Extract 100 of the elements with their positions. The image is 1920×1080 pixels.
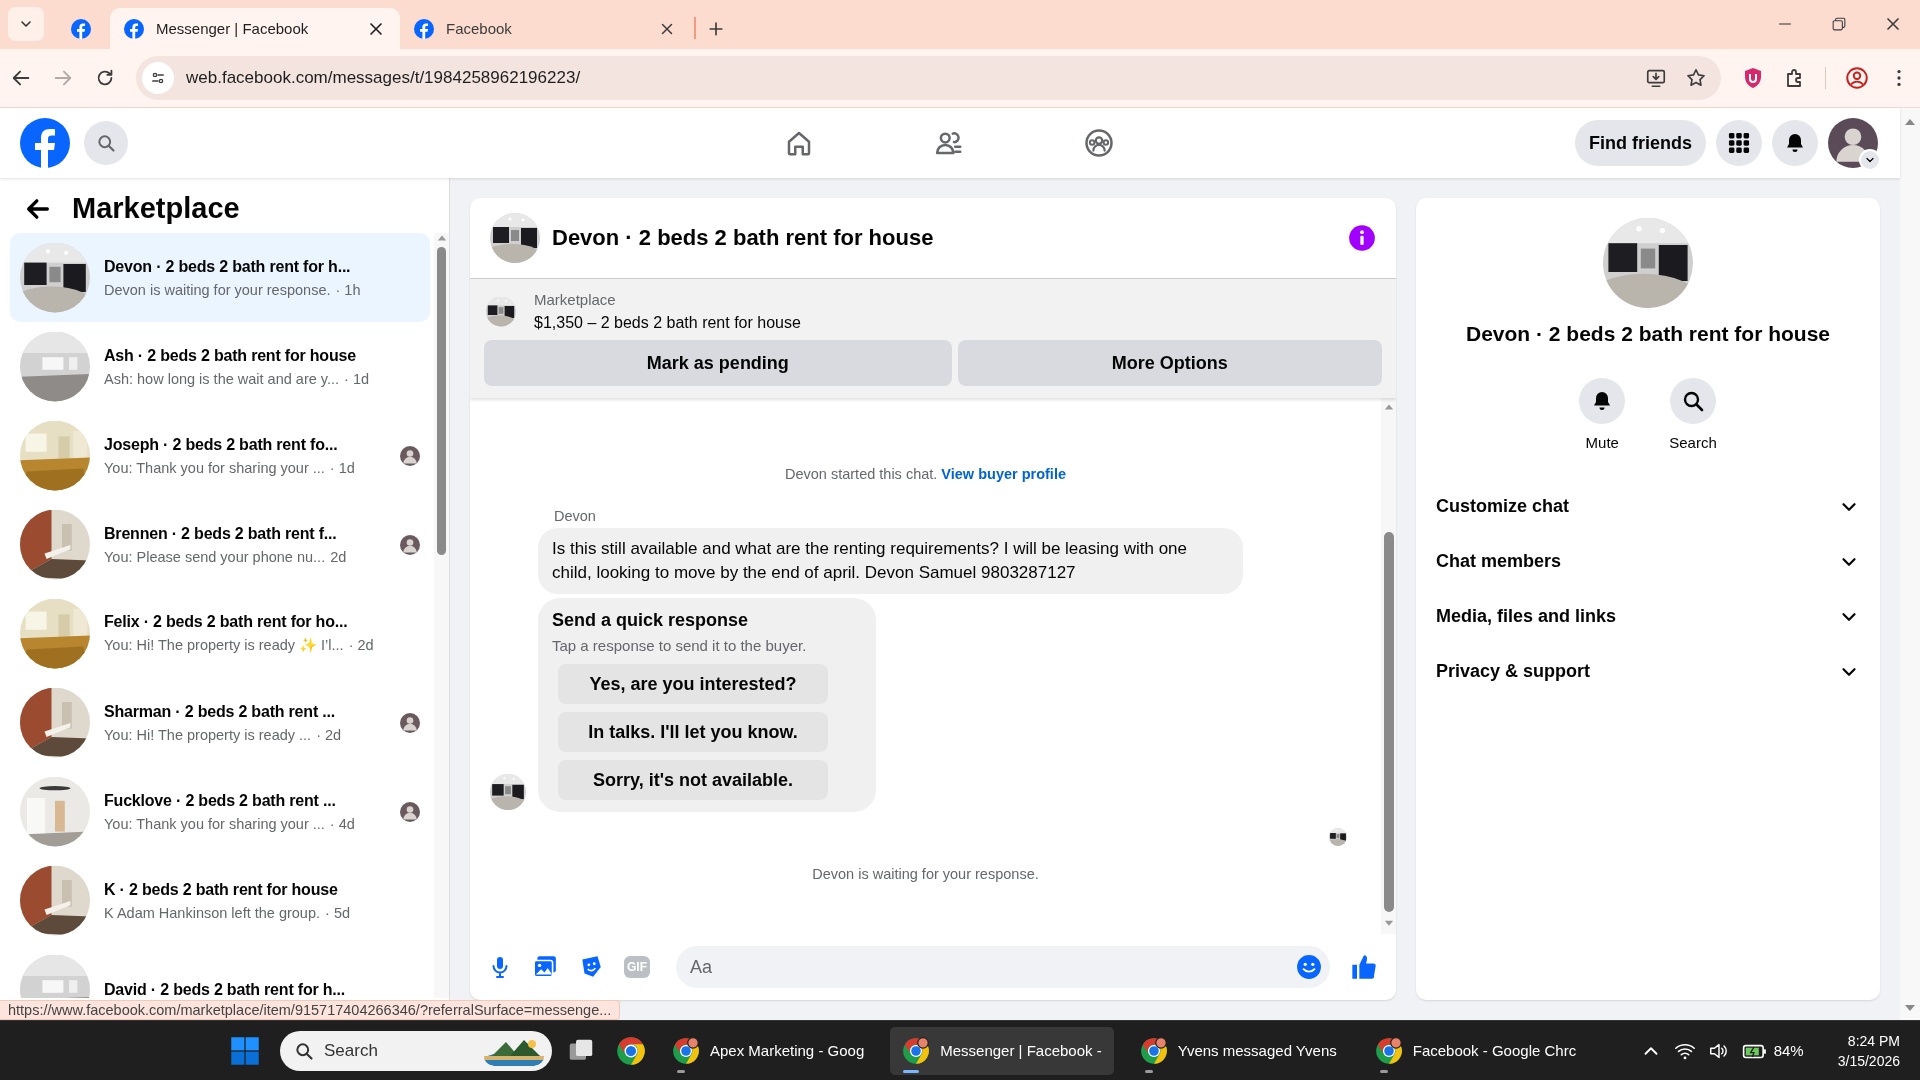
taskbar-app[interactable]: Messenger | Facebook - [890,1026,1114,1075]
action-label: Search [1669,434,1717,451]
notifications-button[interactable] [1772,120,1818,166]
message-preview: You: Thank you for sharing your ... [104,815,325,832]
chat-title: Devon · 2 beds 2 bath rent for house [552,225,935,251]
chrome-icon [902,1036,931,1065]
conversation-title: Fucklove · 2 beds 2 bath rent ... [104,791,337,810]
message-time: · 1d [329,459,355,476]
conversation-item[interactable]: K · 2 beds 2 bath rent for house K Adam Hankinson left the group. · 5d [10,856,430,945]
chrome-icon [1139,1036,1168,1065]
star-icon[interactable] [1685,67,1707,89]
profile-icon[interactable] [1844,65,1870,91]
scrollbar[interactable] [1900,108,1920,1020]
conversation-item[interactable]: Sharman · 2 beds 2 bath rent ... You: Hi! The property is ready ... · 2d [10,678,430,767]
conversation-title: Devon · 2 beds 2 bath rent for house [1465,322,1831,346]
search-icon [294,1040,314,1061]
chrome-icon[interactable] [616,1035,646,1066]
quick-reply-button[interactable]: In talks. I'll let you know. [558,712,828,752]
search-icon [96,133,116,153]
section-label: Privacy & support [1436,661,1591,682]
section-header[interactable]: Media, files and links [1436,589,1860,644]
chrome-icon [672,1036,700,1065]
card-title: Send a quick response [552,610,750,631]
listing-action-button[interactable]: Mark as pending [484,340,952,386]
account-menu-button[interactable] [1859,149,1881,171]
conversation-title: Devon · 2 beds 2 bath rent for h... [104,257,352,276]
facebook-logo-icon [71,18,91,39]
section-header[interactable]: Chat members [1436,534,1860,589]
listing-title[interactable]: $1,350 – 2 beds 2 bath rent for house [534,314,801,332]
message-time: · 5d [325,904,351,921]
thumbs-up-icon[interactable] [1350,953,1378,981]
message-bubble: Is this still available and what are the renting requirements? I will be leasing with one child, looking to move by the end of april. Devon Samuel 9803287127 [538,528,1243,594]
message-time: · 2d [348,637,374,654]
conversation-item[interactable]: Ash · 2 beds 2 bath rent for house Ash: how long is the wait and are y... · 1d [10,322,430,411]
message-preview: You: Hi! The property is ready ... [104,726,312,743]
taskbar-app[interactable]: Facebook - Google Chrc [1362,1026,1589,1075]
conversation-title: Brennen · 2 beds 2 bath rent f... [104,524,338,543]
scroll-up-icon[interactable] [435,233,448,243]
message-field[interactable]: Aa [676,946,1330,988]
message-preview: You: Thank you for sharing your ... [104,459,325,476]
menu-button[interactable] [1716,120,1762,166]
search-button[interactable] [1670,378,1716,424]
message-preview: You: Hi! The property is ready ✨ I’l... [104,637,344,654]
page-title: Marketplace [72,192,240,225]
info-icon[interactable] [1348,224,1376,252]
taskbar-app[interactable]: Apex Marketing - Goog [660,1026,877,1075]
taskbar-app[interactable]: Yvens messaged Yvens [1127,1026,1349,1075]
clock-time: 8:24 PM [1847,1032,1900,1049]
site-info-button[interactable] [142,62,174,94]
message-preview: K Adam Hankinson left the group. [104,904,321,921]
status-url: https://www.facebook.com/marketplace/item/915717404266346/?referralSurface=messenge... [0,1000,621,1020]
conversation-item[interactable]: Fucklove · 2 beds 2 bath rent ... You: Thank you for sharing your ... · 4d [10,767,430,856]
groups-icon[interactable] [1084,128,1114,158]
listing-action-button[interactable]: More Options [957,340,1382,386]
address-bar[interactable]: web.facebook.com/messages/t/1984258962196223/ [136,56,1721,100]
facebook-logo-icon [124,18,144,39]
buyer-profile-link[interactable]: View buyer profile [941,466,1066,482]
sender-name: Devon [554,508,597,524]
action-label: Mute [1585,434,1619,451]
find-friends-button[interactable]: Find friends [1575,120,1706,166]
conversation-item[interactable]: Felix · 2 beds 2 bath rent for ho... You: Hi! The property is ready ✨ I’l... · 2d [10,589,430,678]
conversation-title: Felix · 2 beds 2 bath rent for ho... [104,613,349,631]
facebook-logo-icon[interactable] [20,118,70,168]
scrollbar-thumb[interactable] [437,247,446,555]
browser-tab[interactable]: Facebook [400,8,690,49]
section-header[interactable]: Privacy & support [1436,644,1860,699]
message-time: · 1h [335,281,361,298]
clock-date: 3/15/2026 [1837,1052,1900,1069]
listing-label: Marketplace [534,291,617,308]
tab-search-button[interactable] [8,7,44,41]
search-icon [1681,389,1705,413]
battery-level: 84% [1773,1042,1804,1059]
quick-reply-button[interactable]: Yes, are you interested? [558,664,828,704]
chat-started-note: Devon started this chat. View buyer profile [784,466,1067,482]
section-header[interactable]: Customize chat [1436,479,1860,534]
conversation-item[interactable]: Joseph · 2 beds 2 bath rent fo... You: Thank you for sharing your ... · 1d [10,411,430,500]
message-preview: Devon is waiting for your response. [104,281,331,298]
install-icon[interactable] [1645,67,1667,89]
scrollbar[interactable] [434,233,449,998]
browser-tab[interactable]: Messenger | Facebook [110,8,400,49]
scrollbar[interactable] [1381,398,1396,934]
grid-icon [1728,132,1750,154]
conversation-title: David · 2 beds 2 bath rent for h... [104,980,347,998]
conversation-title: K · 2 beds 2 bath rent for house [104,880,339,899]
conversation-title: Sharman · 2 beds 2 bath rent ... [104,702,336,721]
windows-start-icon[interactable] [230,1035,260,1066]
scroll-up-icon[interactable] [1382,402,1395,412]
emoji-icon[interactable] [1296,954,1322,980]
section-label: Media, files and links [1436,606,1617,627]
message-time: 2d [330,548,347,565]
message-time: · 4d [329,815,355,832]
mute-button[interactable] [1579,378,1626,424]
scrollbar-thumb[interactable] [1383,532,1394,912]
card-subtitle: Tap a response to send it to the buyer. [552,637,808,654]
conversation-item[interactable]: Brennen · 2 beds 2 bath rent f... You: Please send your phone nu... 2d [10,500,430,589]
conversation-item[interactable]: Devon · 2 beds 2 bath rent for h... Devon is waiting for your response. · 1h [10,233,430,322]
quick-reply-button[interactable]: Sorry, it's not available. [558,760,828,800]
message-preview: Ash: how long is the wait and are y... [104,370,340,387]
chrome-icon [1374,1036,1403,1065]
conversation-title: Ash · 2 beds 2 bath rent for house [104,346,357,365]
